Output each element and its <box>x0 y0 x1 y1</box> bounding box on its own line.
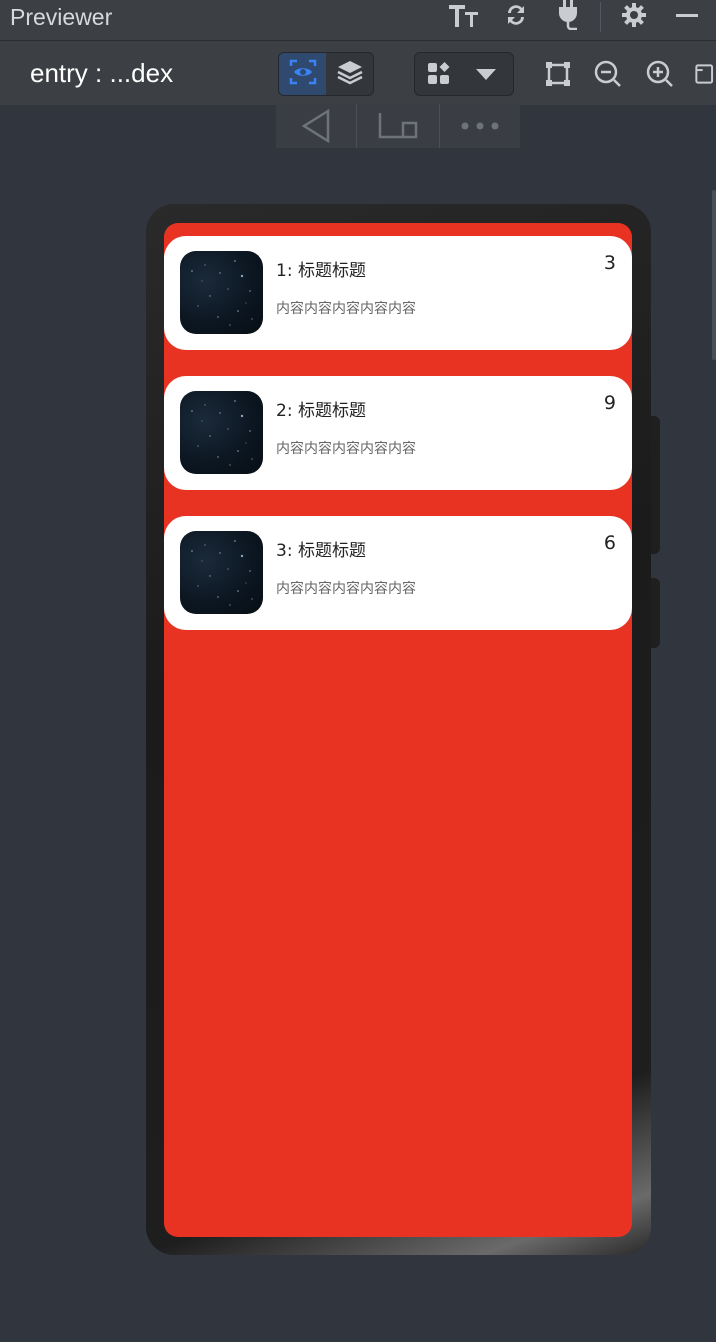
font-size-icon[interactable] <box>446 0 482 30</box>
window-title: Previewer <box>10 4 113 30</box>
component-dropdown[interactable] <box>414 52 514 96</box>
item-count: 9 <box>603 392 616 414</box>
thumbnail-image <box>180 251 263 334</box>
device-screen: 1: 标题标题 内容内容内容内容内容 3 2: 标题标题 内容内容内容内容内容 … <box>164 223 632 1237</box>
list-item[interactable]: 2: 标题标题 内容内容内容内容内容 9 <box>164 376 632 490</box>
plug-icon[interactable] <box>552 0 584 30</box>
device-nav-bar <box>276 104 520 148</box>
scrollbar[interactable] <box>712 190 716 360</box>
layers-icon <box>336 59 364 89</box>
device-frame: 1: 标题标题 内容内容内容内容内容 3 2: 标题标题 内容内容内容内容内容 … <box>146 204 660 1255</box>
minimize-icon[interactable] <box>672 0 702 30</box>
side-button <box>651 416 660 554</box>
list-item[interactable]: 3: 标题标题 内容内容内容内容内容 6 <box>164 516 632 630</box>
components-icon <box>415 53 462 95</box>
item-title: 3: 标题标题 <box>276 541 366 561</box>
item-content: 内容内容内容内容内容 <box>276 581 416 597</box>
item-content: 内容内容内容内容内容 <box>276 441 416 457</box>
more-icon[interactable] <box>440 104 520 148</box>
thumbnail-image <box>180 531 263 614</box>
view-mode-toggle <box>278 52 374 96</box>
frame-icon[interactable] <box>694 59 716 89</box>
item-count: 6 <box>603 532 616 554</box>
inspect-button[interactable] <box>279 53 326 95</box>
eye-inspect-icon <box>289 59 317 89</box>
titlebar-divider <box>600 2 601 32</box>
crop-icon[interactable] <box>543 59 573 89</box>
item-title: 1: 标题标题 <box>276 261 366 281</box>
zoom-out-icon[interactable] <box>593 59 623 89</box>
thumbnail-image <box>180 391 263 474</box>
layers-button[interactable] <box>326 53 373 95</box>
item-title: 2: 标题标题 <box>276 401 366 421</box>
back-icon[interactable] <box>276 104 356 148</box>
entry-selector[interactable]: entry : ...dex <box>30 58 173 89</box>
previewer-toolbar: entry : ...dex <box>0 41 716 105</box>
gear-icon[interactable] <box>618 0 650 30</box>
item-content: 内容内容内容内容内容 <box>276 301 416 317</box>
zoom-in-icon[interactable] <box>645 59 675 89</box>
chevron-down-icon <box>462 53 509 95</box>
list-item[interactable]: 1: 标题标题 内容内容内容内容内容 3 <box>164 236 632 350</box>
title-bar: Previewer <box>0 0 716 41</box>
item-count: 3 <box>603 252 616 274</box>
home-icon[interactable] <box>357 104 439 148</box>
side-button <box>651 578 660 648</box>
refresh-icon[interactable] <box>500 0 532 30</box>
